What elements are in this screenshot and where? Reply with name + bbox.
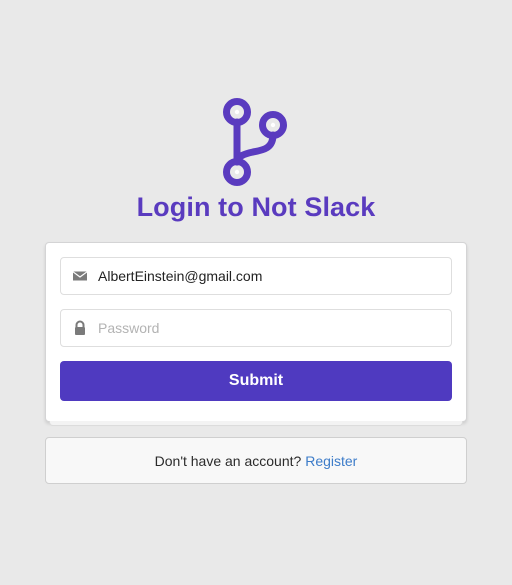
lock-icon — [75, 320, 85, 335]
email-input[interactable] — [98, 258, 438, 294]
register-message: Don't have an account? Register — [45, 437, 467, 484]
git-branch-icon — [223, 98, 287, 186]
register-link[interactable]: Register — [305, 453, 357, 469]
email-field[interactable] — [60, 257, 452, 295]
password-field[interactable] — [60, 309, 452, 347]
envelope-icon — [72, 271, 88, 281]
login-form-card: Submit — [45, 242, 467, 426]
submit-button[interactable]: Submit — [60, 361, 452, 401]
page-title: Login to Not Slack — [136, 192, 376, 222]
register-prompt: Don't have an account? — [154, 453, 302, 469]
password-input[interactable] — [98, 310, 438, 346]
